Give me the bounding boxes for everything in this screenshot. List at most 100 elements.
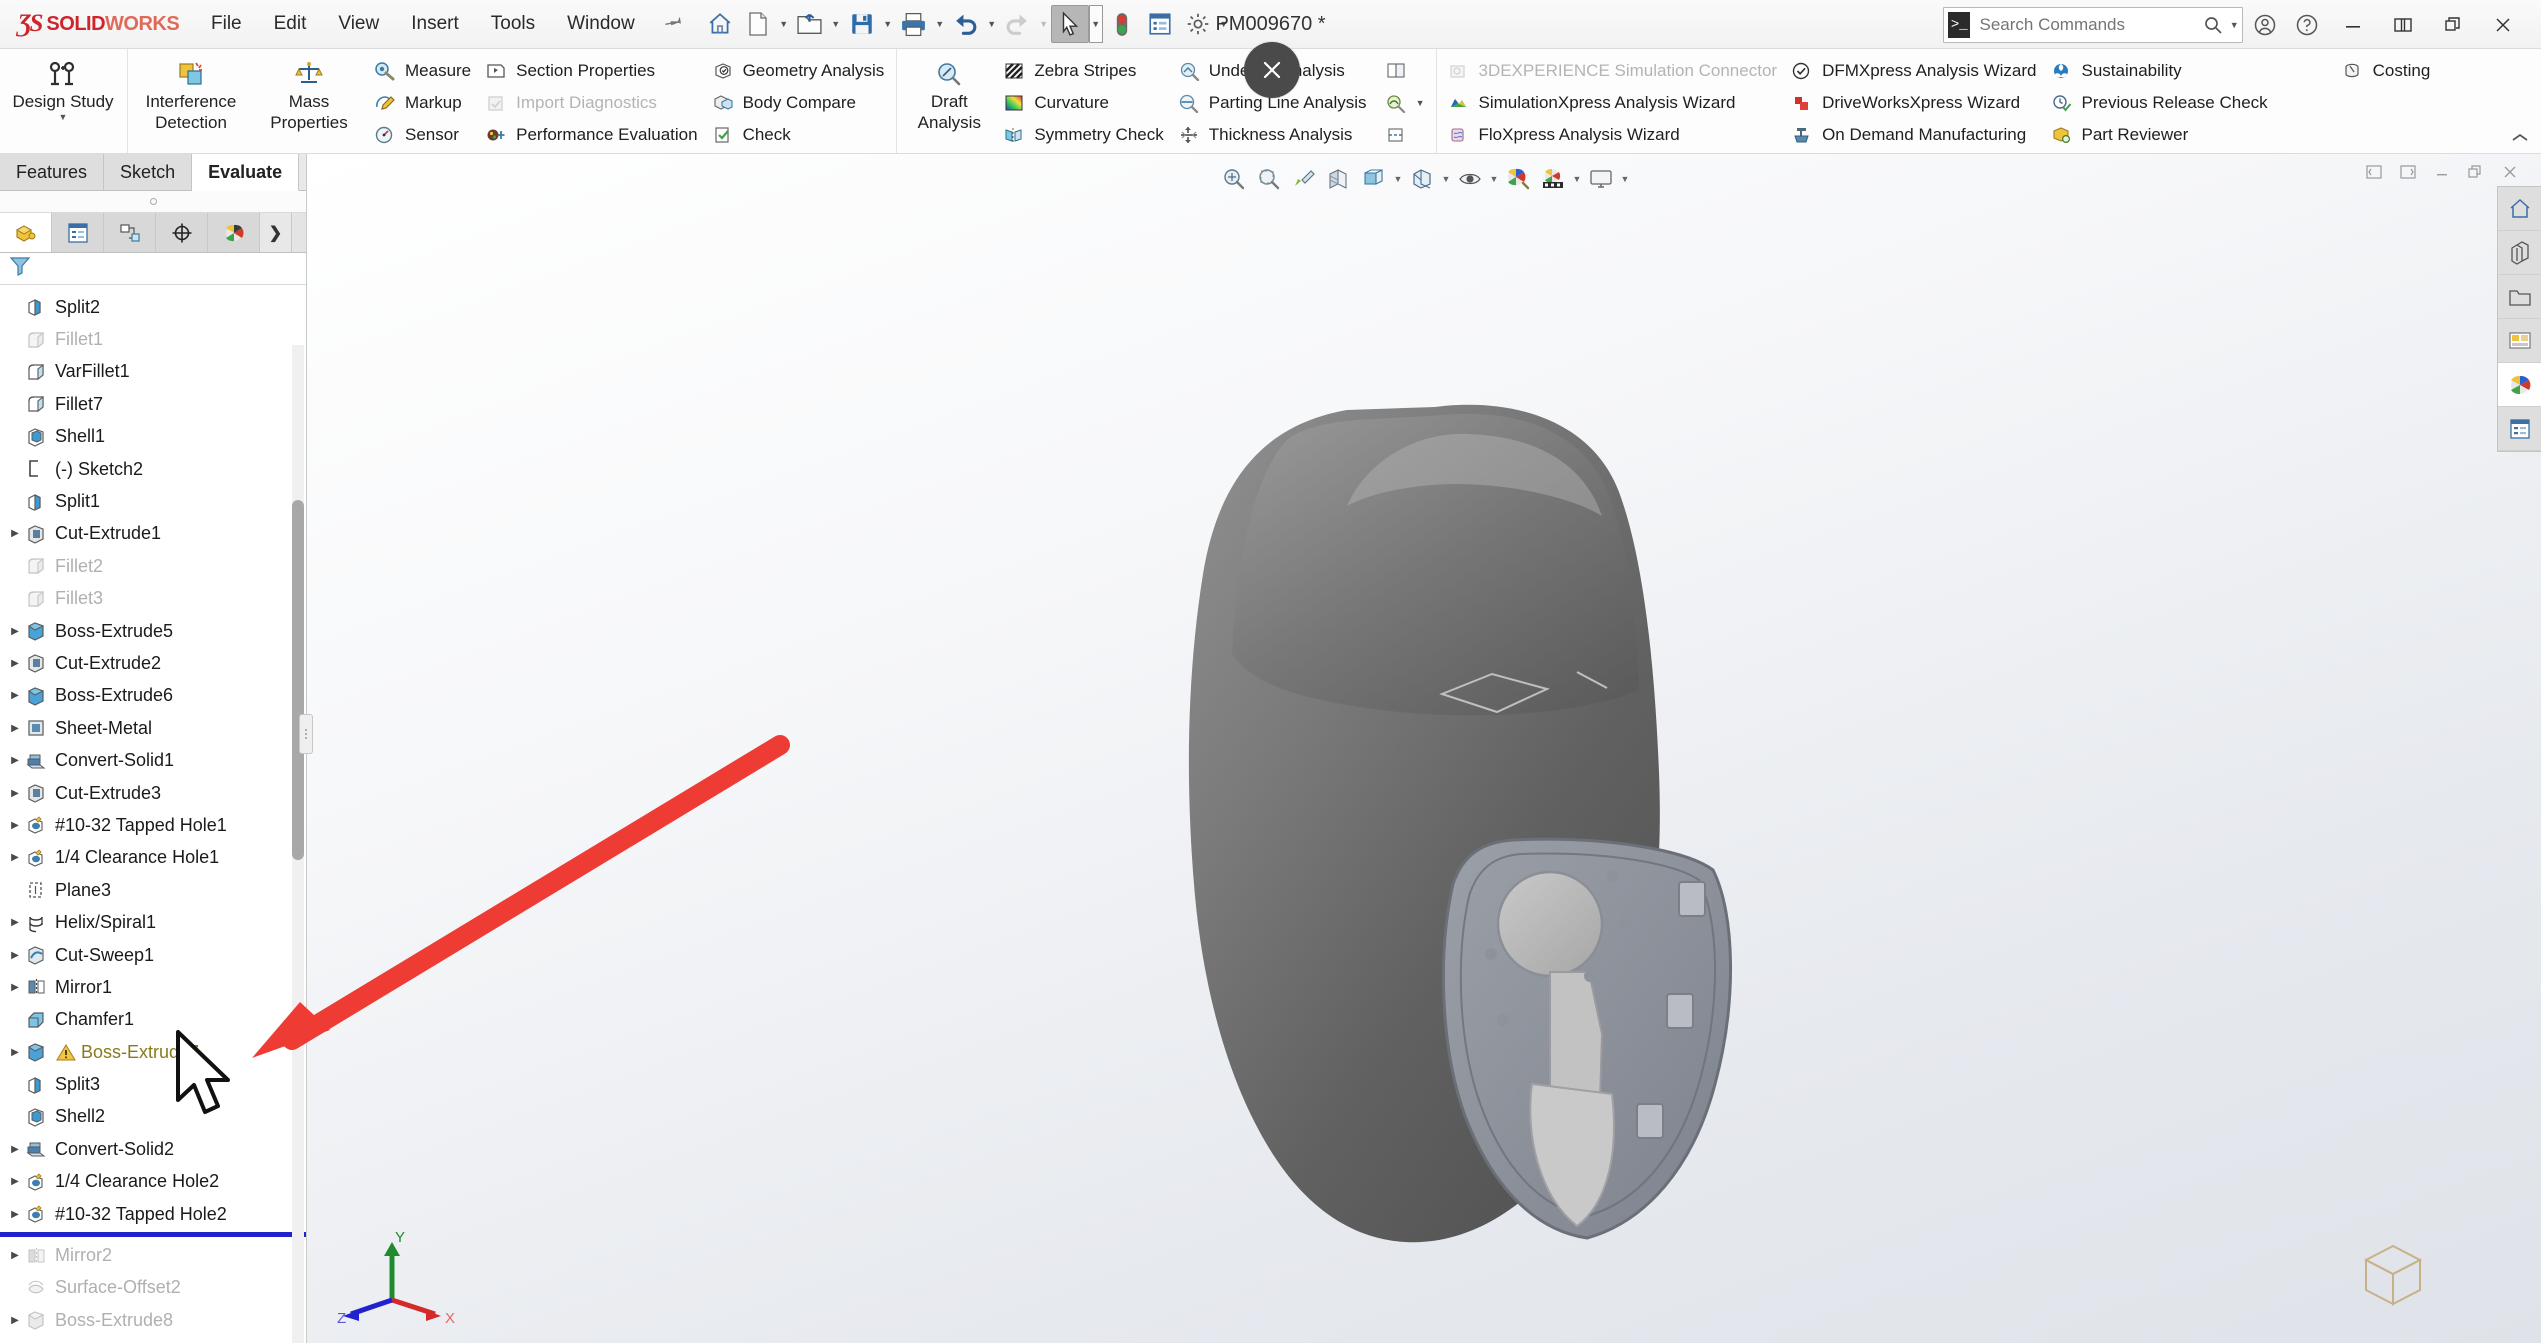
display-style-caret-icon[interactable]: ▼	[1440, 174, 1452, 184]
view-orientation-caret-icon[interactable]: ▼	[1392, 174, 1404, 184]
draft-analysis-button[interactable]: Draft Analysis	[901, 53, 997, 133]
thickness-analysis-button[interactable]: Thickness Analysis	[1172, 119, 1375, 151]
restore-window-button[interactable]	[2429, 5, 2477, 45]
search-icon[interactable]	[2200, 15, 2226, 35]
mass-properties-button[interactable]: Mass Properties	[250, 53, 368, 133]
document-close-icon[interactable]	[2495, 159, 2525, 185]
expand-arrow-icon[interactable]: ▶	[6, 950, 24, 961]
document-minimize-icon[interactable]	[2427, 159, 2457, 185]
view-settings-icon[interactable]	[1584, 162, 1618, 196]
tree-item[interactable]: VarFillet1	[0, 356, 306, 388]
undo-icon[interactable]	[947, 5, 985, 43]
panel-resize-grip[interactable]	[299, 714, 313, 754]
tangent-edge-button[interactable]	[1379, 119, 1433, 151]
search-dropdown-icon[interactable]: ▼	[2226, 20, 2242, 30]
edit-appearance-icon[interactable]	[1501, 162, 1535, 196]
search-commands-box[interactable]: >_ ▼	[1943, 7, 2243, 43]
previous-release-check-button[interactable]: Previous Release Check	[2045, 87, 2276, 119]
deviation-analysis-caret-icon[interactable]: ▼	[1416, 98, 1425, 108]
tree-item[interactable]: Fillet3	[0, 583, 306, 615]
tree-item[interactable]: ▶ Sheet-Metal	[0, 712, 306, 744]
tree-item[interactable]: ▶ Cut-Sweep1	[0, 939, 306, 971]
zoom-to-fit-icon[interactable]	[1217, 162, 1251, 196]
expand-arrow-icon[interactable]: ▶	[6, 690, 24, 701]
tree-item[interactable]: ▶ Boss-Extrude7	[0, 1036, 306, 1068]
custom-properties-icon[interactable]	[2498, 407, 2541, 451]
check-button[interactable]: Check	[706, 119, 893, 151]
tree-item[interactable]: ▶ Mirror2	[0, 1239, 306, 1271]
body-compare-button[interactable]: Body Compare	[706, 87, 893, 119]
expand-arrow-icon[interactable]: ▶	[6, 1144, 24, 1155]
dfmxpress-button[interactable]: DFMXpress Analysis Wizard	[1785, 55, 2044, 87]
previous-view-icon[interactable]	[1287, 162, 1321, 196]
document-restore-icon[interactable]	[2461, 159, 2491, 185]
print-icon[interactable]	[895, 5, 933, 43]
open-folder-icon[interactable]	[791, 5, 829, 43]
tree-item[interactable]: ▶ Boss-Extrude5	[0, 615, 306, 647]
chevron-up-icon[interactable]	[2509, 131, 2531, 149]
tree-item[interactable]: Fillet7	[0, 388, 306, 420]
undo-caret-icon[interactable]: ▼	[985, 5, 999, 43]
tree-item[interactable]: ▶ Convert-Solid1	[0, 744, 306, 776]
hide-show-items-icon[interactable]	[1453, 162, 1487, 196]
select-caret-icon[interactable]: ▼	[1088, 5, 1103, 43]
display-style-icon[interactable]	[1405, 162, 1439, 196]
expand-arrow-icon[interactable]: ▶	[6, 1250, 24, 1261]
feature-tree[interactable]: Split2 Fillet1 VarFillet1 Fillet7 Shell1 (-) …	[0, 285, 306, 1343]
feature-tree-icon[interactable]	[0, 213, 52, 252]
tree-item[interactable]: ▶ Cut-Extrude2	[0, 647, 306, 679]
panel-splitter[interactable]	[0, 191, 306, 213]
tree-item[interactable]: ▶ #10-32 Tapped Hole2	[0, 1198, 306, 1230]
menu-edit[interactable]: Edit	[258, 7, 323, 41]
search-input[interactable]	[1970, 15, 2201, 35]
select-arrow-icon[interactable]	[1050, 5, 1089, 43]
tree-scrollbar-thumb[interactable]	[292, 500, 304, 860]
gear-settings-caret-icon[interactable]: ▼	[1217, 5, 1231, 43]
simulationxpress-button[interactable]: SimulationXpress Analysis Wizard	[1441, 87, 1785, 119]
tree-item[interactable]: ▶ Helix/Spiral1	[0, 906, 306, 938]
tree-item[interactable]: ▶ 1/4 Clearance Hole2	[0, 1166, 306, 1198]
geometry-analysis-button[interactable]: Geometry Analysis	[706, 55, 893, 87]
save-icon[interactable]	[843, 5, 881, 43]
expand-arrow-icon[interactable]: ▶	[6, 917, 24, 928]
redo-icon[interactable]	[999, 5, 1037, 43]
section-view-icon[interactable]	[1322, 162, 1356, 196]
tree-item[interactable]: Split2	[0, 291, 306, 323]
menu-view[interactable]: View	[322, 7, 395, 41]
rebuild-traffic-light-icon[interactable]	[1103, 5, 1141, 43]
dimxpert-manager-icon[interactable]	[156, 213, 208, 252]
mouse-shell-3d-model[interactable]	[307, 154, 2541, 1343]
expand-arrow-icon[interactable]: ▶	[6, 755, 24, 766]
menu-tools[interactable]: Tools	[475, 7, 551, 41]
view-palette-icon[interactable]	[2498, 319, 2541, 363]
design-study-caret-icon[interactable]: ▼	[59, 112, 68, 123]
expand-arrow-icon[interactable]: ▶	[6, 528, 24, 539]
sustainability-button[interactable]: Sustainability	[2045, 55, 2276, 87]
curvature-button[interactable]: Curvature	[997, 87, 1171, 119]
pin-icon[interactable]	[655, 8, 686, 41]
zoom-to-area-icon[interactable]	[1252, 162, 1286, 196]
sensor-button[interactable]: Sensor	[368, 119, 479, 151]
property-manager-icon[interactable]	[52, 213, 104, 252]
view-orientation-icon[interactable]	[1357, 162, 1391, 196]
options-list-icon[interactable]	[1141, 5, 1179, 43]
tree-item[interactable]: ▶ #10-32 Tapped Hole1	[0, 809, 306, 841]
tree-item[interactable]: ▶ Cut-Extrude1	[0, 518, 306, 550]
display-manager-icon[interactable]	[208, 213, 260, 252]
compare-documents-button[interactable]	[1379, 55, 1433, 87]
expand-arrow-icon[interactable]: ▶	[6, 788, 24, 799]
redo-caret-icon[interactable]: ▼	[1037, 5, 1051, 43]
rollback-bar[interactable]	[0, 1232, 306, 1238]
tree-item[interactable]: ▶ Boss-Extrude8	[0, 1304, 306, 1336]
tree-item[interactable]: Surface-Offset2	[0, 1272, 306, 1304]
tree-item[interactable]: ▶ Mirror1	[0, 971, 306, 1003]
menu-file[interactable]: File	[195, 7, 258, 41]
design-study-button[interactable]: Design Study ▼	[4, 53, 122, 123]
tree-item[interactable]: Split1	[0, 485, 306, 517]
expand-arrow-icon[interactable]: ▶	[6, 1176, 24, 1187]
symmetry-check-button[interactable]: Symmetry Check	[997, 119, 1171, 151]
performance-evaluation-button[interactable]: Performance Evaluation	[479, 119, 705, 151]
close-overlay-button[interactable]	[1244, 42, 1300, 98]
part-reviewer-button[interactable]: Part Reviewer	[2045, 119, 2276, 151]
zebra-stripes-button[interactable]: Zebra Stripes	[997, 55, 1171, 87]
